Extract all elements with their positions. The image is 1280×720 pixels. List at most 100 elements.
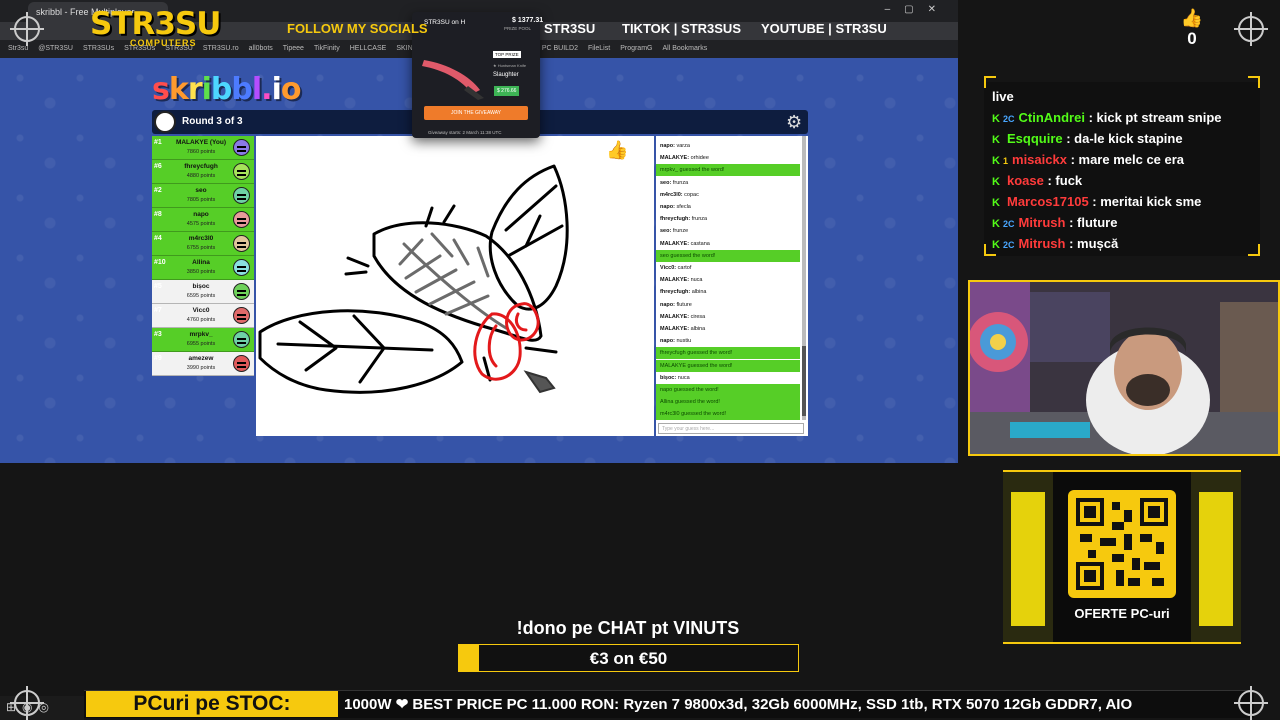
chat-text: napo guessed the word! <box>660 387 719 393</box>
player-row: #6 fhreycfugh 4880 points <box>152 160 254 184</box>
player-row: #9 amezew 3990 points <box>152 352 254 376</box>
stream-chat-user: Mitrush <box>1018 215 1066 230</box>
chat-message: fhreycfugh: albina <box>656 286 800 298</box>
bookmark-item[interactable]: TikFinity <box>314 45 340 53</box>
giveaway-title: STR3SU on H <box>424 19 466 26</box>
bookmark-item[interactable]: Str3su <box>8 45 28 53</box>
player-row: #2 seo 7805 points <box>152 184 254 208</box>
prize-pool-amount: $ 1377.31 <box>512 17 543 24</box>
player-avatar <box>233 139 250 156</box>
social-handle: STR3SU <box>544 21 596 36</box>
player-rank: #9 <box>154 355 162 362</box>
webcam-image <box>970 282 1278 454</box>
stream-screen: skribbl - Free Multiplayer... –▢✕ Str3su… <box>0 0 1280 720</box>
ticker-label: PCuri pe STOC: <box>86 691 338 717</box>
chat-message: napo: fluture <box>656 299 800 311</box>
logo-letter: b <box>231 72 253 107</box>
chat-text: ciresa <box>690 313 706 320</box>
chat-message: napo: nustiu <box>656 335 800 347</box>
chat-message: m4rc3l0: copac <box>656 189 800 201</box>
chat-text: mrpkv_ guessed the word! <box>660 167 725 174</box>
youtube-handle: STR3SU <box>835 21 887 36</box>
sub-badge-icon: 2C <box>1003 240 1015 250</box>
chat-text: frunza <box>691 216 708 223</box>
logo-letter: l <box>251 72 262 107</box>
like-thumb-icon[interactable]: 👍 <box>606 140 628 161</box>
kick-icon: K <box>992 176 1000 188</box>
chat-username: MALAKYE: <box>660 155 691 162</box>
bookmark-item[interactable]: all0bots <box>249 45 273 53</box>
chat-text: MALAKYE guessed the word! <box>660 362 733 369</box>
player-name: mrpkv_ <box>189 331 213 338</box>
stream-chat-line: K 2C CtinAndrei : kick pt stream snipe <box>992 110 1260 125</box>
player-points: 6955 points <box>186 341 216 347</box>
tiktok-social: TIKTOK | STR3SUS <box>622 21 741 36</box>
likes-counter: 👍 0 <box>1180 8 1204 49</box>
drawing <box>258 164 569 394</box>
bookmark-item[interactable]: STR3SUs <box>83 45 114 53</box>
brand-logo-subtitle: COMPUTERS <box>130 38 197 48</box>
bookmark-item[interactable]: Tipeee <box>283 45 304 53</box>
youtube-label: YOUTUBE <box>761 21 825 36</box>
bookmark-item[interactable]: HELLCASE <box>350 45 387 53</box>
frame-corner <box>1248 244 1260 256</box>
taskbar[interactable]: ⊞◉◎ <box>0 696 84 720</box>
chat-username: MALAKYE: <box>660 326 691 332</box>
bookmark-item[interactable]: PC BUILD2 <box>542 45 578 53</box>
guess-input[interactable]: Type your guess here... <box>658 423 804 434</box>
player-rank: #4 <box>154 235 162 242</box>
join-giveaway-button[interactable]: JOIN THE GIVEAWAY <box>424 106 528 120</box>
player-points: 3990 points <box>186 365 216 371</box>
chat-message: seo: frunza <box>656 177 800 189</box>
guessed-message: fhreycfugh guessed the word! <box>656 347 800 360</box>
drawing-canvas[interactable]: 👍 <box>256 136 654 436</box>
kick-icon: K <box>992 155 1000 167</box>
bookmark-item[interactable]: ProgramG <box>620 45 652 53</box>
player-avatar <box>233 259 250 276</box>
player-row: #4 m4rc3l0 6755 points <box>152 232 254 256</box>
sub-badge-icon: 2C <box>1003 114 1015 124</box>
stream-chat-text: : kick pt stream snipe <box>1084 110 1222 125</box>
bookmark-item[interactable]: STR3SU.ro <box>203 45 239 53</box>
chat-username: napo: <box>660 301 677 308</box>
player-row: #3 mrpkv_ 6955 points <box>152 328 254 352</box>
bookmark-item[interactable]: @STR3SU <box>38 45 73 53</box>
kick-icon: K <box>992 218 1000 230</box>
stream-chat-text: : meritai kick sme <box>1088 194 1202 209</box>
bookmark-item[interactable]: FileList <box>588 45 610 53</box>
qr-code-icon[interactable] <box>1076 498 1168 590</box>
chat-username: MALAKYE: <box>660 277 691 284</box>
chat-scrollbar[interactable] <box>802 136 806 420</box>
top-prize-badge: TOP PRIZE <box>493 51 521 58</box>
player-rank: #3 <box>154 331 162 338</box>
guessed-message: napo guessed the word! <box>656 384 800 396</box>
player-rank: #7 <box>154 307 162 314</box>
bookmark-item[interactable]: All Bookmarks <box>662 45 707 53</box>
window-controls[interactable]: –▢✕ <box>885 4 950 15</box>
kick-icon: K <box>992 134 1000 146</box>
crosshair-icon <box>1234 12 1268 46</box>
stream-chat-line: K 2C Mitrush : fluture <box>992 215 1260 230</box>
chat-message: Vicc0: cartof <box>656 262 800 274</box>
player-name: m4rc3l0 <box>188 235 214 242</box>
chat-text: cartof <box>677 265 692 271</box>
guessed-message: seo guessed the word! <box>656 249 800 262</box>
frame-corner <box>984 76 996 88</box>
chat-text: m4rc3l0 guessed the word! <box>660 411 727 418</box>
stream-chat-user: Esqquire <box>1007 131 1063 146</box>
frame-corner <box>1248 76 1260 88</box>
player-avatar <box>233 283 250 300</box>
brand-logo: STR3SU <box>90 6 221 42</box>
logo-letter: b <box>210 72 233 107</box>
player-name: napo <box>193 211 209 218</box>
tiktok-label: TIKTOK <box>622 21 671 36</box>
guessed-message: m4rc3l0 guessed the word! <box>656 408 800 420</box>
player-points: 4760 points <box>186 317 216 323</box>
stream-chat: live K 2C CtinAndrei : kick pt stream snip… <box>984 76 1260 256</box>
settings-gear-icon[interactable]: ⚙ <box>786 112 802 133</box>
player-name: fhreycfugh <box>184 163 218 170</box>
chat-message: napo: sfecla <box>656 201 800 213</box>
chat-text: nuca <box>690 277 703 284</box>
player-avatar <box>233 211 250 228</box>
player-points: 6595 points <box>186 293 216 299</box>
